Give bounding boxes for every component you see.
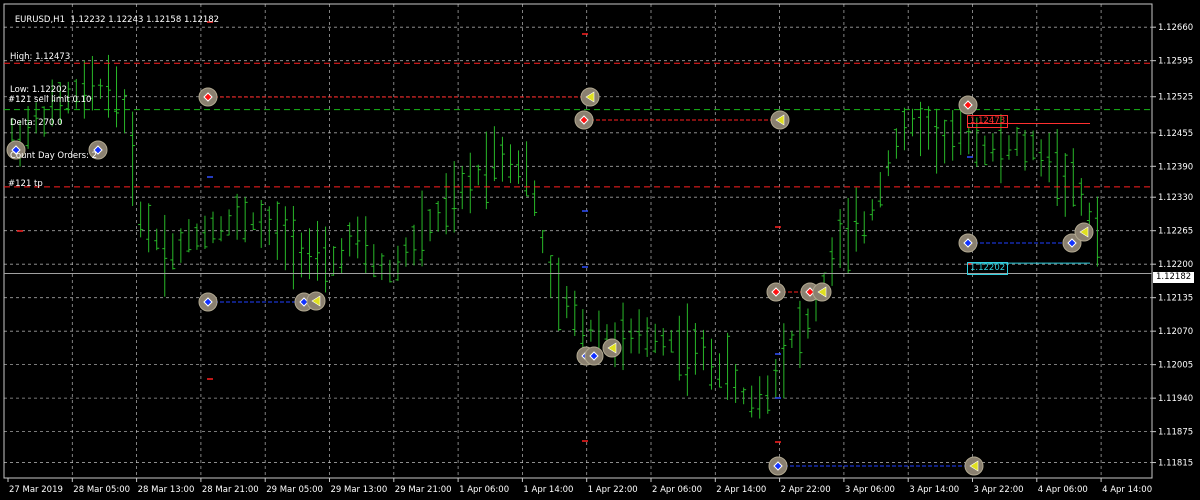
y-tick-label: 1.11875 xyxy=(1158,428,1193,438)
x-tick-label: 4 Apr 06:00 xyxy=(1038,485,1088,495)
sell-limit-label: #121 sell limit 0.10 xyxy=(8,95,92,105)
x-tick-label: 2 Apr 06:00 xyxy=(652,485,702,495)
y-tick-label: 1.12265 xyxy=(1158,227,1193,237)
y-tick-label: 1.11815 xyxy=(1158,459,1193,469)
x-tick-label: 4 Apr 14:00 xyxy=(1102,485,1152,495)
high-price-tag: 1.12473 xyxy=(967,115,1009,128)
chart-canvas[interactable]: 27 Mar 2019 28 Mar 05:00 28 Mar 13:00 28 Ma… xyxy=(0,0,1200,500)
y-tick-label: 1.12070 xyxy=(1158,327,1193,337)
y-tick-label: 1.12595 xyxy=(1158,57,1193,67)
tp-label: #121 tp xyxy=(8,179,43,189)
x-tick-label: 1 Apr 22:00 xyxy=(588,485,638,495)
x-tick-label: 27 Mar 2019 xyxy=(9,485,63,495)
x-tick-label: 3 Apr 14:00 xyxy=(909,485,959,495)
x-tick-label: 3 Apr 22:00 xyxy=(974,485,1024,495)
low-price-tag: 1.12202 xyxy=(967,262,1009,275)
x-tick-label: 29 Mar 05:00 xyxy=(266,485,323,495)
y-tick-label: 1.12200 xyxy=(1158,260,1193,270)
x-tick-label: 1 Apr 06:00 xyxy=(459,485,509,495)
y-tick-label: 1.12525 xyxy=(1158,93,1193,103)
y-tick-label: 1.12390 xyxy=(1158,162,1193,172)
x-tick-label: 2 Apr 22:00 xyxy=(781,485,831,495)
price-chart[interactable]: 27 Mar 2019 28 Mar 05:00 28 Mar 13:00 28 Ma… xyxy=(0,0,1200,500)
x-tick-label: 28 Mar 05:00 xyxy=(73,485,130,495)
y-tick-label: 1.12455 xyxy=(1158,129,1193,139)
y-tick-label: 1.12330 xyxy=(1158,193,1193,203)
y-tick-label: 1.12005 xyxy=(1158,361,1193,371)
current-price-tag: 1.12182 xyxy=(1153,272,1195,283)
plot-frame xyxy=(3,3,1153,479)
stat-delta: Delta: 270.0 xyxy=(10,118,63,128)
day-stats-panel: High: 1.12473 Low: 1.12202 Delta: 270.0 … xyxy=(10,30,97,184)
x-tick-label: 28 Mar 21:00 xyxy=(202,485,259,495)
x-tick-label: 29 Mar 13:00 xyxy=(331,485,388,495)
x-tick-label: 1 Apr 14:00 xyxy=(523,485,573,495)
y-tick-label: 1.11940 xyxy=(1158,394,1193,404)
y-tick-label: 1.12660 xyxy=(1158,23,1193,33)
x-tick-label: 2 Apr 14:00 xyxy=(716,485,766,495)
ohlc-values: 1.12232 1.12243 1.12158 1.12182 xyxy=(70,15,220,25)
stat-count-orders: Count Day Orders: 2 xyxy=(10,151,97,161)
symbol-label: EURUSD,H1 xyxy=(14,15,65,25)
stat-high: High: 1.12473 xyxy=(10,52,71,62)
x-tick-label: 29 Mar 21:00 xyxy=(395,485,452,495)
y-tick-label: 1.12135 xyxy=(1158,294,1193,304)
x-tick-label: 3 Apr 06:00 xyxy=(845,485,895,495)
x-tick-label: 28 Mar 13:00 xyxy=(138,485,195,495)
